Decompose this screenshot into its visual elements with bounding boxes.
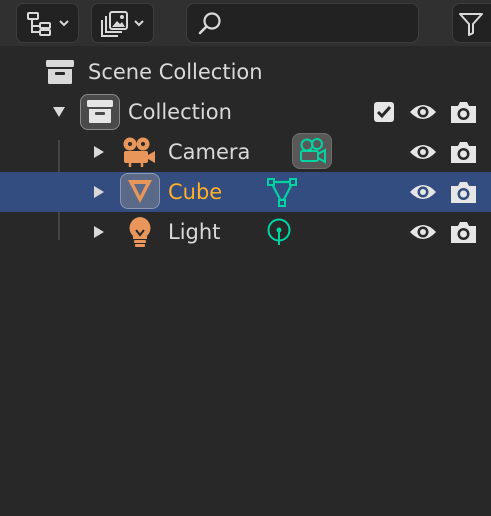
- tree-row-cube[interactable]: Cube: [0, 172, 491, 212]
- eye-icon[interactable]: [409, 221, 437, 243]
- eye-icon[interactable]: [409, 101, 437, 123]
- camera-data-icon: [300, 138, 326, 164]
- light-data-icon: [267, 218, 291, 245]
- camera-render-icon[interactable]: [450, 140, 477, 164]
- row-label: Light: [168, 220, 221, 244]
- camera-render-icon[interactable]: [450, 180, 477, 204]
- camera-render-icon[interactable]: [450, 220, 477, 244]
- chevron-down-icon: [59, 20, 69, 27]
- collapsed-triangle-icon[interactable]: [92, 145, 106, 159]
- tree-row-light[interactable]: Light: [0, 212, 491, 252]
- collapsed-triangle-icon[interactable]: [92, 185, 106, 199]
- display-mode-dropdown[interactable]: [16, 3, 79, 43]
- row-label: Camera: [168, 140, 251, 164]
- expand-triangle-icon[interactable]: [52, 105, 66, 119]
- eye-icon[interactable]: [409, 141, 437, 163]
- outliner-tree-icon: [27, 12, 51, 36]
- checkbox-checked-icon[interactable]: [373, 101, 395, 123]
- camera-render-icon[interactable]: [450, 100, 477, 124]
- chevron-down-icon: [134, 20, 144, 27]
- view-layer-dropdown[interactable]: [91, 3, 154, 43]
- mesh-data-icon: [267, 178, 297, 207]
- tree-row-camera[interactable]: Camera: [0, 132, 491, 172]
- row-label: Cube: [168, 180, 223, 204]
- outliner-header: [0, 0, 491, 46]
- eye-icon[interactable]: [409, 181, 437, 203]
- search-icon: [198, 12, 221, 35]
- funnel-icon: [459, 13, 483, 36]
- tree-row-collection[interactable]: Collection: [0, 92, 491, 132]
- camera-object-icon: [123, 137, 155, 167]
- tree-row-scene-collection[interactable]: Scene Collection: [0, 52, 491, 92]
- layers-image-icon: [101, 11, 128, 37]
- collection-icon: [87, 100, 113, 123]
- search-field[interactable]: [186, 3, 419, 43]
- scene-collection-icon: [46, 60, 74, 84]
- filter-button[interactable]: [452, 3, 491, 43]
- mesh-object-icon: [128, 180, 152, 203]
- light-object-icon: [129, 217, 151, 247]
- row-label: Collection: [128, 100, 232, 124]
- collapsed-triangle-icon[interactable]: [92, 225, 106, 239]
- row-label: Scene Collection: [88, 60, 263, 84]
